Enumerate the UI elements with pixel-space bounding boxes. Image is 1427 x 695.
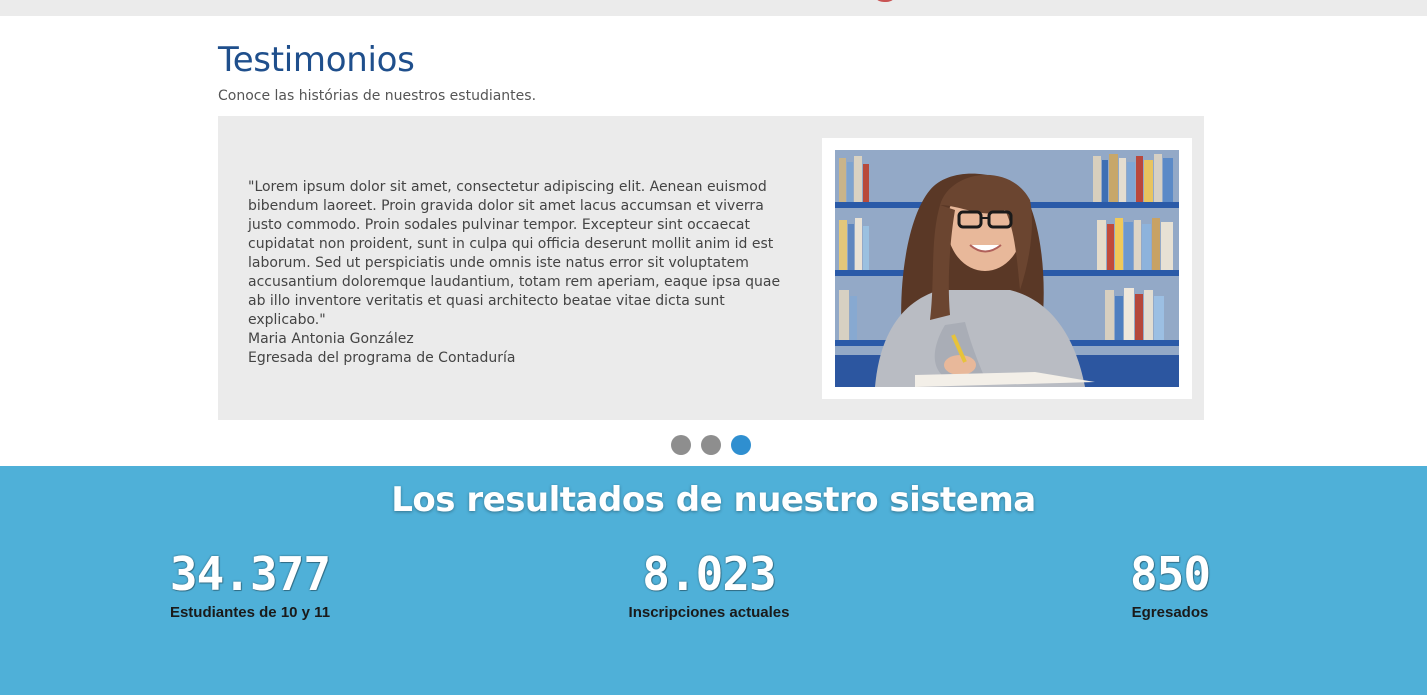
testimonial-author: Maria Antonia González Egresada del prog… [248,330,515,368]
stat-value: 34.377 [169,547,331,601]
carousel-dot-2[interactable] [701,435,721,455]
testimonials-subtitle: Conoce las histórias de nuestros estudia… [218,88,537,104]
testimonial-quote: "Lorem ipsum dolor sit amet, consectetur… [248,179,781,328]
logo-fragment [872,0,898,2]
stat-enrollments: 8.023 Inscripciones actuales [549,546,869,621]
results-section: Los resultados de nuestro sistema 34.377… [0,466,1427,695]
stat-value: 850 [1129,547,1211,601]
stat-students: 34.377 Estudiantes de 10 y 11 [90,546,410,621]
results-title: Los resultados de nuestro sistema [391,480,1036,520]
stat-value: 8.023 [642,547,776,601]
photo-frame [822,138,1192,399]
student-studying-photo [835,150,1179,387]
stat-label: Inscripciones actuales [628,604,790,621]
stat-graduates: 850 Egresados [1010,546,1330,621]
stat-label: Egresados [1131,604,1209,621]
testimonials-title: Testimonios [218,40,415,80]
stat-label: Estudiantes de 10 y 11 [169,604,331,621]
carousel-dot-1[interactable] [671,435,691,455]
carousel-dot-3[interactable] [731,435,751,455]
top-strip [0,0,1427,16]
testimonial-slide: "Lorem ipsum dolor sit amet, consectetur… [218,116,1204,420]
author-name: Maria Antonia González [248,331,414,347]
author-role: Egresada del programa de Contaduría [248,350,516,366]
